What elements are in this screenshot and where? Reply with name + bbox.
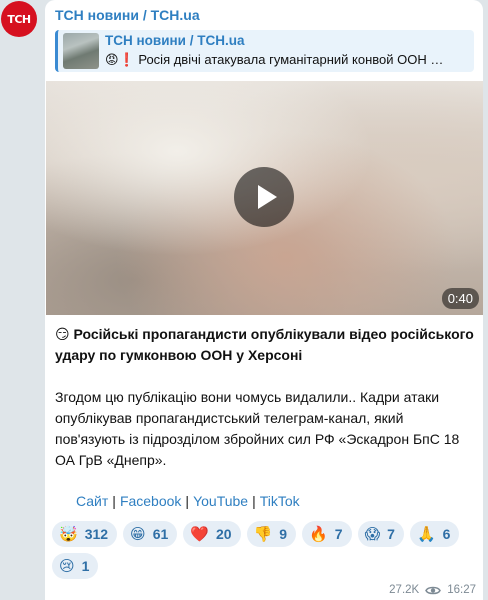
post-body: Згодом цю публікацію вони чомусь видалил… [55,389,460,468]
link-youtube[interactable]: YouTube [193,493,248,509]
reactions-bar: 🤯 312 😁 61 ❤️ 20 👎 9 🔥 7 😱 7 🙏 6 😢 1 [52,521,477,579]
link-separator: | [185,493,190,509]
link-separator: | [252,493,256,509]
avatar-text: ТСН [7,12,31,26]
channel-avatar[interactable]: ТСН [1,1,37,37]
message-bubble: ТСН новини / ТСН.ua ТСН новини / ТСН.ua … [45,0,483,600]
message-meta: 27.2K 16:27 [389,584,476,596]
links-row: Сайт | Facebook | YouTube | TikTok [76,493,300,509]
eye-icon [425,586,442,594]
play-icon [258,185,277,209]
reaction-mind-blown[interactable]: 🤯 312 [52,521,118,547]
reaction-pray[interactable]: 🙏 6 [409,521,460,547]
post-headline: 😏 Російські пропагандисти опублікували в… [55,326,474,363]
view-count: 27.2K [389,584,420,596]
reaction-fire[interactable]: 🔥 7 [302,521,352,547]
message-text: 😏 Російські пропагандисти опублікували в… [55,324,475,492]
link-tiktok[interactable]: TikTok [260,493,300,509]
message-time: 16:27 [447,584,476,596]
video-duration: 0:40 [441,288,479,309]
link-separator: | [112,493,116,509]
link-facebook[interactable]: Facebook [120,493,181,509]
reaction-cry[interactable]: 😢 1 [52,553,99,579]
reply-preview[interactable]: ТСН новини / ТСН.ua 😡❗ Росія двічі атаку… [55,30,474,72]
reaction-heart[interactable]: ❤️ 20 [183,521,241,547]
play-button[interactable] [234,167,294,227]
reaction-thumbs-down[interactable]: 👎 9 [246,521,297,547]
channel-name[interactable]: ТСН новини / ТСН.ua [55,7,200,23]
reply-thumbnail [63,33,99,69]
reaction-grin[interactable]: 😁 61 [123,521,178,547]
video-player[interactable]: 0:40 [46,81,483,315]
reaction-scream[interactable]: 😱 7 [357,521,404,547]
reply-title: ТСН новини / ТСН.ua [105,33,245,48]
link-site[interactable]: Сайт [76,493,108,509]
reply-text: 😡❗ Росія двічі атакувала гуманітарний ко… [105,52,444,67]
